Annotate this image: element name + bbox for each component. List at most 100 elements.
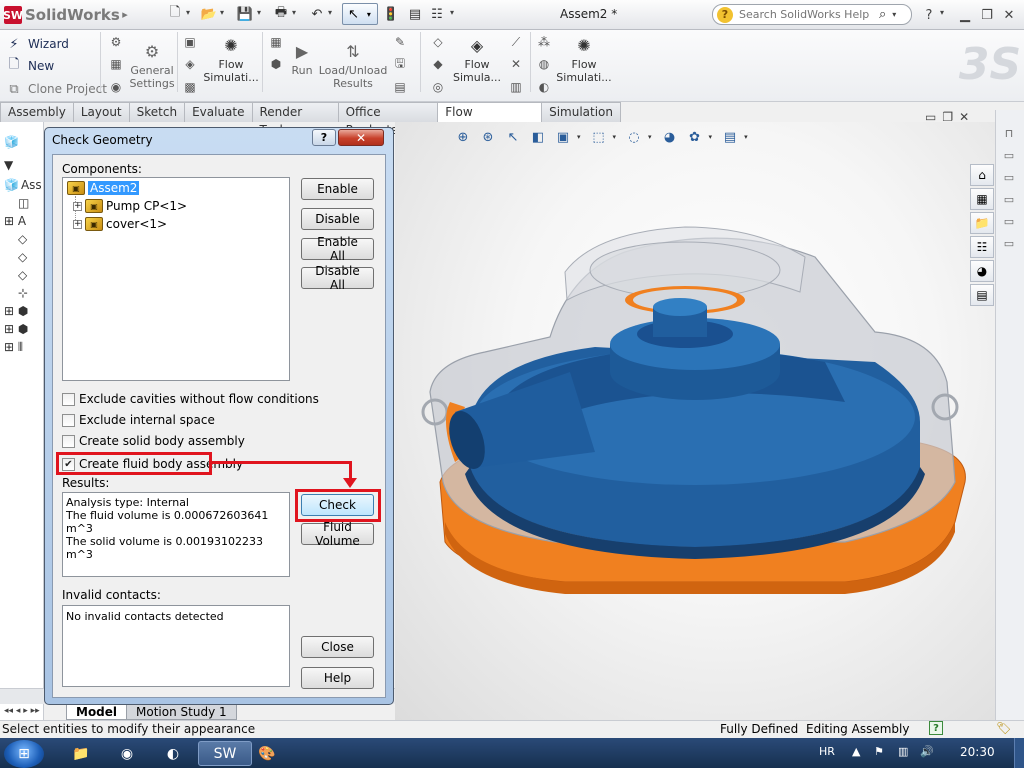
components-tree[interactable]: ▣ Assem2 + ▣ Pump CP<1> + ▣ cover<1> [62, 177, 290, 381]
exclude-cavities-checkbox[interactable]: Exclude cavities without flow conditions [62, 392, 319, 406]
right-tool-icon[interactable]: ▭ [1000, 212, 1018, 230]
taskbar-clock[interactable]: 20:30 [960, 745, 995, 759]
fluid-volume-button[interactable]: Fluid Volume [301, 520, 374, 548]
save-dropdown-icon[interactable]: ▾ [257, 8, 261, 17]
save-icon[interactable]: 💾 [236, 5, 254, 23]
computational-domain-icon[interactable]: ▣ [182, 34, 198, 50]
print-dropdown-icon[interactable]: ▾ [292, 8, 296, 17]
apply-scene-dropdown-icon[interactable]: ▾ [709, 133, 713, 141]
results-save-icon[interactable]: 🖫 [392, 56, 408, 72]
scroll-arrows-icon[interactable]: ◂◂ ◂ ▸ ▸▸ [4, 706, 40, 716]
search-dropdown-icon[interactable]: ▾ [892, 10, 896, 19]
mesh-icon[interactable]: ▩ [182, 79, 198, 95]
right-tool-icon[interactable]: ▭ [1000, 190, 1018, 208]
general-settings-button[interactable]: ⚙ General Settings [129, 40, 174, 98]
help-search-input[interactable] [737, 7, 877, 22]
tab-motion-study[interactable]: Motion Study 1 [126, 704, 237, 720]
open-dropdown-icon[interactable]: ▾ [220, 8, 224, 17]
enable-all-button[interactable]: Enable All [301, 235, 374, 263]
status-tag-icon[interactable]: 🏷 [996, 721, 1011, 735]
tray-flag-icon[interactable]: ⚑ [874, 745, 884, 758]
tab-assembly[interactable]: Assembly [0, 102, 74, 122]
hide-show-dropdown-icon[interactable]: ▾ [648, 133, 652, 141]
display-style-dropdown-icon[interactable]: ▾ [613, 133, 617, 141]
app-logo[interactable]: SW SolidWorks [3, 5, 120, 25]
pump-assembly-model[interactable] [395, 122, 995, 688]
right-tool-icon[interactable]: ▭ [1000, 234, 1018, 252]
flow-simulation-results-button[interactable]: ◈ Flow Simula... [452, 34, 502, 92]
viewport-close-icon[interactable]: ✕ [959, 110, 969, 124]
flow-simulation-features-button[interactable]: ✺ Flow Simulati... [203, 34, 258, 92]
exclude-internal-space-checkbox[interactable]: Exclude internal space [62, 413, 215, 427]
paint-taskbar-icon[interactable]: 🎨 [240, 741, 294, 766]
annotations-icon[interactable]: ⊞ A [4, 212, 42, 230]
restore-window-icon[interactable]: ❐ [978, 6, 996, 24]
component-icon[interactable]: ⊞ ⬢ [4, 302, 42, 320]
xy-plot-icon[interactable]: ⟋ [508, 34, 524, 50]
dialog-close-button[interactable]: ✕ [338, 129, 384, 146]
start-button-icon[interactable]: ⊞ [4, 740, 44, 768]
clone-project-command[interactable]: ⧉ Clone Project [6, 79, 107, 99]
tree-item-assembly[interactable]: 🧊 Ass [4, 176, 42, 194]
appearances-scenes-icon[interactable]: ◕ [970, 260, 994, 282]
language-indicator[interactable]: HR [819, 745, 835, 758]
help-button[interactable]: Help [301, 667, 374, 689]
undo-icon[interactable]: ↶ [308, 5, 326, 23]
view-orientation-dropdown-icon[interactable]: ▾ [577, 133, 581, 141]
view-settings-icon[interactable]: ▤ [719, 128, 741, 146]
project-tree-icon[interactable]: ⚙ [108, 34, 124, 50]
particle-study-icon[interactable]: ✕ [508, 56, 524, 72]
filter-icon[interactable]: ▼ [4, 156, 42, 174]
fluid-subdomain-icon[interactable]: ◈ [182, 56, 198, 72]
tree-node-cover[interactable]: + ▣ cover<1> [73, 215, 167, 233]
wizard-command[interactable]: ⚡ Wizard [6, 34, 69, 54]
zoom-to-area-icon[interactable]: ⊛ [477, 128, 499, 146]
solver-monitor-icon[interactable]: ⬢ [268, 56, 284, 72]
view-settings-dropdown-icon[interactable]: ▾ [744, 133, 748, 141]
solidworks-resources-icon[interactable]: ⌂ [970, 164, 994, 186]
results-tool-icon[interactable]: ✎ [392, 34, 408, 50]
tree-node-assem2[interactable]: ▣ Assem2 [67, 179, 140, 197]
apply-scene-icon[interactable]: ✿ [684, 128, 706, 146]
new-document-icon[interactable]: 🗋 [166, 5, 184, 23]
show-desktop-button[interactable] [1014, 738, 1024, 768]
dialog-help-button[interactable]: ? [312, 129, 336, 146]
close-button[interactable]: Close [301, 636, 374, 658]
tab-simulation[interactable]: Simulation [541, 102, 621, 122]
tab-sketch[interactable]: Sketch [128, 102, 186, 122]
print-icon[interactable]: 🖶 [272, 5, 290, 23]
tab-layout[interactable]: Layout [72, 102, 130, 122]
new-dropdown-icon[interactable]: ▾ [186, 8, 190, 17]
undo-dropdown-icon[interactable]: ▾ [328, 8, 332, 17]
volume-icon[interactable]: 🔊 [920, 745, 934, 758]
tray-show-hidden-icon[interactable]: ▲ [852, 745, 860, 758]
report-icon[interactable]: ▥ [508, 79, 524, 95]
create-mesh-icon[interactable]: ▦ [268, 34, 284, 50]
flow-trajectories-icon[interactable]: ⁂ [536, 34, 552, 50]
custom-properties-icon[interactable]: ▤ [970, 284, 994, 306]
rebuild-traffic-light-icon[interactable]: 🚦 [382, 5, 400, 23]
tree-node-pump-cp[interactable]: + ▣ Pump CP<1> [73, 197, 187, 215]
enable-button[interactable]: Enable [301, 178, 374, 200]
close-window-icon[interactable]: ✕ [1000, 6, 1018, 24]
units-icon[interactable]: ◉ [108, 79, 124, 95]
run-button[interactable]: ▶ Run [288, 40, 316, 98]
results-table-icon[interactable]: ▤ [392, 79, 408, 95]
feature-manager-tab-icon[interactable]: 🧊 [4, 133, 42, 151]
new-project-command[interactable]: 🗋 New [6, 56, 54, 76]
view-orientation-icon[interactable]: ▣ [552, 128, 574, 146]
network-icon[interactable]: ▥ [898, 745, 908, 758]
expand-icon[interactable]: + [73, 201, 82, 211]
tab-office-products[interactable]: Office Products [337, 102, 439, 137]
help-question-icon[interactable]: ? [920, 6, 938, 24]
right-tool-icon[interactable]: ▭ [1000, 146, 1018, 164]
tab-render-tools[interactable]: Render Tools [251, 102, 339, 137]
display-style-icon[interactable]: ⬚ [588, 128, 610, 146]
project-settings-icon[interactable]: ▦ [108, 56, 124, 72]
taskbar-app-icon[interactable]: ◐ [146, 741, 200, 766]
file-explorer-icon[interactable]: 📁 [970, 212, 994, 234]
minimize-window-icon[interactable]: ▁ [956, 6, 974, 24]
cut-plot-icon[interactable]: ◎ [430, 79, 446, 95]
iso-surfaces-icon[interactable]: ◍ [536, 56, 552, 72]
component-icon[interactable]: ⊞ ⬢ [4, 320, 42, 338]
